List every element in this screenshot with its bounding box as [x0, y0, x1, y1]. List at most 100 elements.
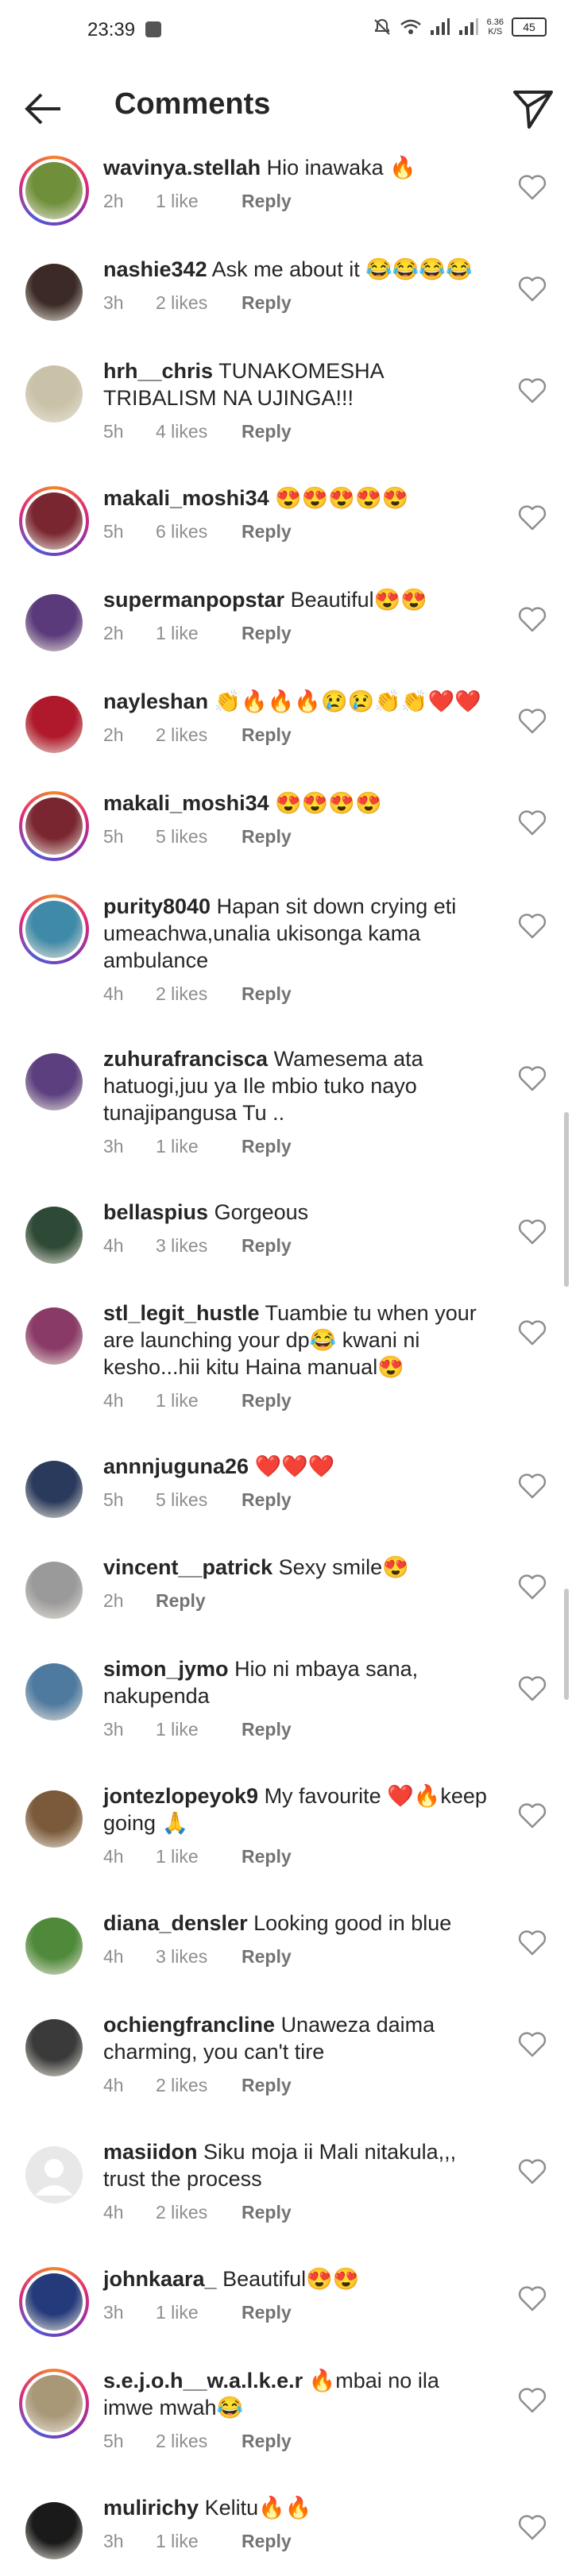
avatar[interactable]: [19, 689, 89, 759]
comment-likes[interactable]: 1 like: [156, 1390, 242, 1412]
comment-username[interactable]: johnkaara_: [103, 2267, 217, 2291]
like-comment-button[interactable]: [516, 2029, 548, 2060]
comment-username[interactable]: makali_moshi34: [103, 486, 269, 510]
comment-likes[interactable]: 2 likes: [156, 2202, 242, 2223]
comment-username[interactable]: mulirichy: [103, 2496, 199, 2520]
avatar[interactable]: [19, 1454, 89, 1524]
comment-likes[interactable]: 5 likes: [156, 826, 242, 848]
comment-username[interactable]: diana_densler: [103, 1911, 248, 1935]
comment-likes[interactable]: 2 likes: [156, 724, 242, 746]
comment-username[interactable]: vincent__patrick: [103, 1555, 272, 1579]
comment-likes[interactable]: 5 likes: [156, 1489, 242, 1511]
like-comment-button[interactable]: [516, 1317, 548, 1349]
reply-button[interactable]: Reply: [242, 983, 292, 1005]
comment-username[interactable]: nayleshan: [103, 689, 208, 713]
reply-button[interactable]: Reply: [242, 2202, 292, 2223]
reply-button[interactable]: Reply: [242, 2075, 292, 2096]
avatar[interactable]: [19, 1200, 89, 1270]
comment-likes[interactable]: 1 like: [156, 1719, 242, 1740]
avatar[interactable]: [19, 1301, 89, 1371]
like-comment-button[interactable]: [516, 1571, 548, 1603]
scrollbar[interactable]: [564, 1589, 569, 1700]
avatar[interactable]: [19, 2140, 89, 2210]
comment-username[interactable]: s.e.j.o.h__w.a.l.k.e.r: [103, 2369, 303, 2393]
like-comment-button[interactable]: [516, 273, 548, 305]
avatar[interactable]: [19, 791, 89, 861]
comment-likes[interactable]: 1 like: [156, 1846, 242, 1867]
comment-username[interactable]: makali_moshi34: [103, 791, 269, 815]
reply-button[interactable]: Reply: [242, 1946, 292, 1968]
like-comment-button[interactable]: [516, 1927, 548, 1959]
like-comment-button[interactable]: [516, 807, 548, 839]
comment-username[interactable]: nashie342: [103, 257, 207, 281]
like-comment-button[interactable]: [516, 172, 548, 203]
reply-button[interactable]: Reply: [242, 1489, 292, 1511]
comment-username[interactable]: stl_legit_hustle: [103, 1301, 260, 1325]
reply-button[interactable]: Reply: [242, 1235, 292, 1257]
reply-button[interactable]: Reply: [242, 2302, 292, 2323]
avatar[interactable]: [19, 1657, 89, 1727]
like-comment-button[interactable]: [516, 2512, 548, 2543]
reply-button[interactable]: Reply: [242, 1719, 292, 1740]
avatar[interactable]: [19, 359, 89, 429]
comment-likes[interactable]: 1 like: [156, 1136, 242, 1157]
scrollbar[interactable]: [564, 1112, 569, 1287]
like-comment-button[interactable]: [516, 2385, 548, 2416]
like-comment-button[interactable]: [516, 1216, 548, 1248]
comment-likes[interactable]: 1 like: [156, 623, 242, 644]
comment-username[interactable]: zuhurafrancisca: [103, 1047, 268, 1071]
comment-likes[interactable]: 1 like: [156, 2531, 242, 2552]
comment-likes[interactable]: 2 likes: [156, 2075, 242, 2096]
reply-button[interactable]: Reply: [242, 1846, 292, 1867]
avatar[interactable]: [19, 1047, 89, 1117]
comment-username[interactable]: annnjuguna26: [103, 1454, 249, 1478]
comment-likes[interactable]: 4 likes: [156, 421, 242, 442]
comment-username[interactable]: ochiengfrancline: [103, 2013, 275, 2037]
like-comment-button[interactable]: [516, 705, 548, 737]
reply-button[interactable]: Reply: [242, 421, 292, 442]
comment-likes[interactable]: 1 like: [156, 191, 242, 212]
comment-likes[interactable]: 3 likes: [156, 1946, 242, 1968]
reply-button[interactable]: Reply: [156, 1590, 206, 1612]
like-comment-button[interactable]: [516, 1800, 548, 1832]
avatar[interactable]: [19, 156, 89, 226]
comment-likes[interactable]: 2 likes: [156, 983, 242, 1005]
comment-likes[interactable]: 3 likes: [156, 1235, 242, 1257]
reply-button[interactable]: Reply: [242, 191, 292, 212]
avatar[interactable]: [19, 2369, 89, 2439]
avatar[interactable]: [19, 2267, 89, 2337]
avatar[interactable]: [19, 486, 89, 556]
comment-username[interactable]: masiidon: [103, 2140, 198, 2164]
comment-username[interactable]: supermanpopstar: [103, 588, 284, 612]
comment-likes[interactable]: 2 likes: [156, 2431, 242, 2452]
avatar[interactable]: [19, 588, 89, 658]
avatar[interactable]: [19, 1784, 89, 1854]
comment-likes[interactable]: 6 likes: [156, 521, 242, 543]
like-comment-button[interactable]: [516, 1470, 548, 1502]
reply-button[interactable]: Reply: [242, 826, 292, 848]
like-comment-button[interactable]: [516, 1673, 548, 1705]
avatar[interactable]: [19, 2496, 89, 2566]
reply-button[interactable]: Reply: [242, 623, 292, 644]
comment-likes[interactable]: 2 likes: [156, 292, 242, 314]
like-comment-button[interactable]: [516, 2156, 548, 2188]
back-button[interactable]: [22, 89, 65, 129]
comment-username[interactable]: purity8040: [103, 894, 211, 918]
like-comment-button[interactable]: [516, 502, 548, 534]
comment-likes[interactable]: 1 like: [156, 2302, 242, 2323]
reply-button[interactable]: Reply: [242, 1136, 292, 1157]
avatar[interactable]: [19, 894, 89, 964]
like-comment-button[interactable]: [516, 1063, 548, 1095]
comment-username[interactable]: jontezlopeyok9: [103, 1784, 258, 1808]
like-comment-button[interactable]: [516, 375, 548, 407]
comment-username[interactable]: wavinya.stellah: [103, 156, 261, 180]
like-comment-button[interactable]: [516, 910, 548, 942]
comment-username[interactable]: simon_jymo: [103, 1657, 229, 1681]
avatar[interactable]: [19, 2013, 89, 2083]
avatar[interactable]: [19, 1911, 89, 1981]
like-comment-button[interactable]: [516, 604, 548, 635]
reply-button[interactable]: Reply: [242, 2531, 292, 2552]
like-comment-button[interactable]: [516, 2283, 548, 2315]
reply-button[interactable]: Reply: [242, 521, 292, 543]
share-button[interactable]: [512, 87, 555, 130]
